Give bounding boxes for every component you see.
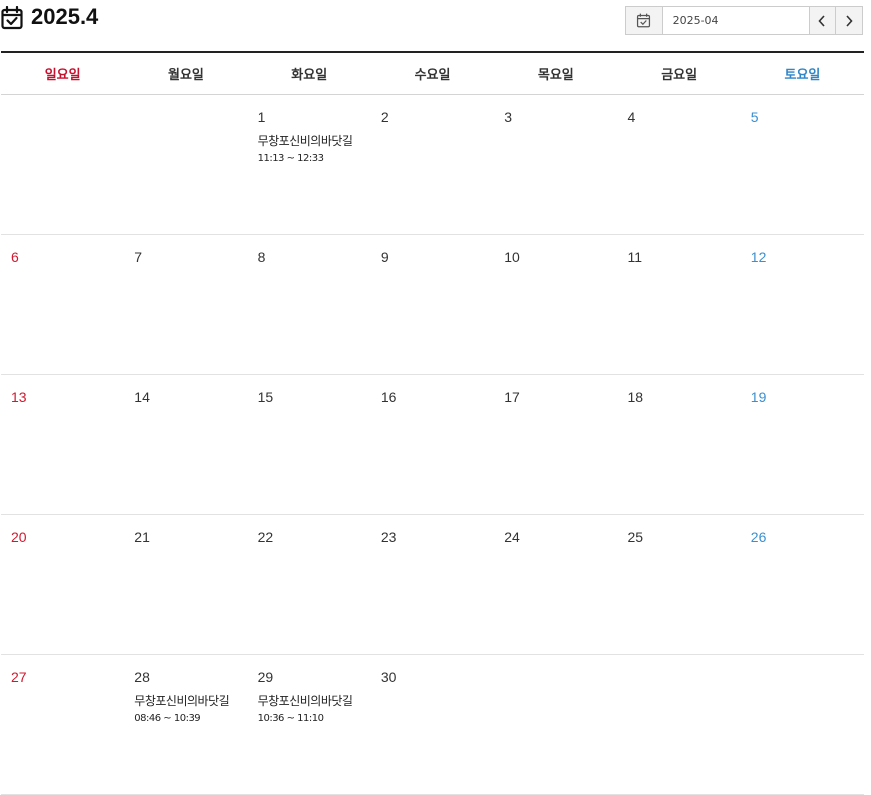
- day-number: 14: [134, 389, 150, 405]
- day-number: 15: [257, 389, 274, 405]
- calendar-check-icon: [637, 13, 651, 28]
- day-number: 10: [504, 249, 520, 265]
- day-cell[interactable]: 27: [1, 655, 125, 795]
- day-number: 19: [750, 389, 767, 405]
- event-time: 08:46 ~ 10:39: [134, 713, 201, 724]
- event-time: 10:36 ~ 11:10: [257, 713, 324, 724]
- day-number: 1: [257, 109, 266, 125]
- event-title: 무창포신비의바닷길: [134, 694, 230, 708]
- prev-month-button[interactable]: [808, 7, 836, 34]
- weekday-friday: 금요일: [661, 68, 698, 83]
- day-number: 27: [11, 669, 27, 685]
- day-number: 17: [504, 389, 520, 405]
- day-cell[interactable]: 28 무창포신비의바닷길 08:46 ~ 10:39: [124, 655, 248, 795]
- day-number: 20: [11, 529, 27, 545]
- day-cell[interactable]: 5: [740, 95, 865, 235]
- day-cell: [494, 655, 618, 795]
- calendar-event[interactable]: 무창포신비의바닷길 11:13 ~ 12:33: [258, 132, 361, 164]
- day-cell[interactable]: 6: [1, 235, 125, 375]
- day-cell[interactable]: 25: [617, 515, 741, 655]
- calendar-event[interactable]: 무창포신비의바닷길 08:46 ~ 10:39: [134, 692, 237, 724]
- day-number: 9: [380, 249, 389, 265]
- weekday-header: 일요일 월요일 화요일 수요일 목요일 금요일 토요일: [1, 53, 864, 95]
- day-number: 13: [11, 389, 27, 405]
- day-cell[interactable]: 3: [494, 95, 618, 235]
- day-number: 7: [134, 249, 143, 265]
- day-cell[interactable]: 23: [370, 515, 495, 655]
- month-input[interactable]: [662, 7, 809, 34]
- day-cell[interactable]: 16: [370, 375, 495, 515]
- chevron-right-icon: [846, 14, 853, 27]
- calendar-header: 2025.4: [0, 0, 864, 52]
- weekday-sunday: 일요일: [44, 68, 81, 83]
- weekday-monday: 월요일: [168, 68, 204, 83]
- day-cell[interactable]: 17: [494, 375, 618, 515]
- day-cell[interactable]: 20: [1, 515, 125, 655]
- day-number: 6: [11, 249, 19, 265]
- calendar-event[interactable]: 무창포신비의바닷길 10:36 ~ 11:10: [258, 692, 361, 724]
- day-number: 21: [134, 529, 150, 545]
- day-number: 8: [257, 249, 266, 265]
- month-grid: 1 무창포신비의바닷길 11:13 ~ 12:33 2 3 4 5 6 7 8 9 10 11 12 13 1…: [1, 95, 865, 795]
- day-cell[interactable]: 19: [740, 375, 865, 515]
- weekday-thursday: 목요일: [537, 68, 574, 83]
- day-cell[interactable]: 14: [124, 375, 248, 515]
- day-cell: [617, 655, 741, 795]
- day-cell[interactable]: 7: [124, 235, 248, 375]
- day-cell[interactable]: 11: [617, 235, 741, 375]
- day-cell[interactable]: 8: [247, 235, 371, 375]
- day-number: 11: [627, 249, 643, 265]
- day-number: 24: [504, 529, 520, 545]
- calendar-check-icon: [1, 6, 23, 30]
- day-number: 3: [504, 109, 512, 125]
- day-cell[interactable]: 1 무창포신비의바닷길 11:13 ~ 12:33: [247, 95, 371, 235]
- day-cell: [124, 95, 248, 235]
- day-number: 4: [627, 109, 636, 125]
- day-number: 2: [380, 109, 389, 125]
- day-cell[interactable]: 13: [1, 375, 125, 515]
- chevron-left-icon: [818, 14, 826, 27]
- day-cell[interactable]: 24: [494, 515, 618, 655]
- event-title: 무창포신비의바닷길: [257, 134, 353, 148]
- day-number: 23: [380, 529, 397, 545]
- day-number: 22: [257, 529, 274, 545]
- day-cell[interactable]: 15: [247, 375, 371, 515]
- day-cell: [740, 655, 865, 795]
- day-number: 29: [257, 669, 274, 685]
- day-cell[interactable]: 22: [247, 515, 371, 655]
- next-month-button[interactable]: [835, 7, 862, 34]
- day-number: 5: [750, 109, 759, 125]
- day-cell[interactable]: 4: [617, 95, 741, 235]
- day-cell[interactable]: 9: [370, 235, 495, 375]
- day-cell[interactable]: 30: [370, 655, 495, 795]
- day-cell[interactable]: 10: [494, 235, 618, 375]
- day-number: 12: [750, 249, 767, 265]
- day-cell[interactable]: 18: [617, 375, 741, 515]
- calendar-picker-button[interactable]: [626, 7, 663, 34]
- weekday-saturday: 토요일: [784, 68, 821, 83]
- day-cell[interactable]: 26: [740, 515, 865, 655]
- day-number: 30: [380, 669, 397, 685]
- day-number: 18: [627, 389, 644, 405]
- day-cell[interactable]: 29 무창포신비의바닷길 10:36 ~ 11:10: [247, 655, 371, 795]
- page-title: 2025.4: [31, 4, 99, 29]
- event-time: 11:13 ~ 12:33: [257, 153, 324, 164]
- day-number: 28: [134, 669, 150, 685]
- event-title: 무창포신비의바닷길: [257, 694, 353, 708]
- day-cell[interactable]: 12: [740, 235, 865, 375]
- day-number: 26: [750, 529, 767, 545]
- month-picker: [625, 6, 863, 35]
- day-number: 16: [380, 389, 397, 405]
- day-cell[interactable]: 21: [124, 515, 248, 655]
- weekday-wednesday: 수요일: [414, 68, 451, 83]
- weekday-tuesday: 화요일: [291, 68, 328, 83]
- day-cell[interactable]: 2: [370, 95, 495, 235]
- day-number: 25: [627, 529, 644, 545]
- day-cell: [1, 95, 125, 235]
